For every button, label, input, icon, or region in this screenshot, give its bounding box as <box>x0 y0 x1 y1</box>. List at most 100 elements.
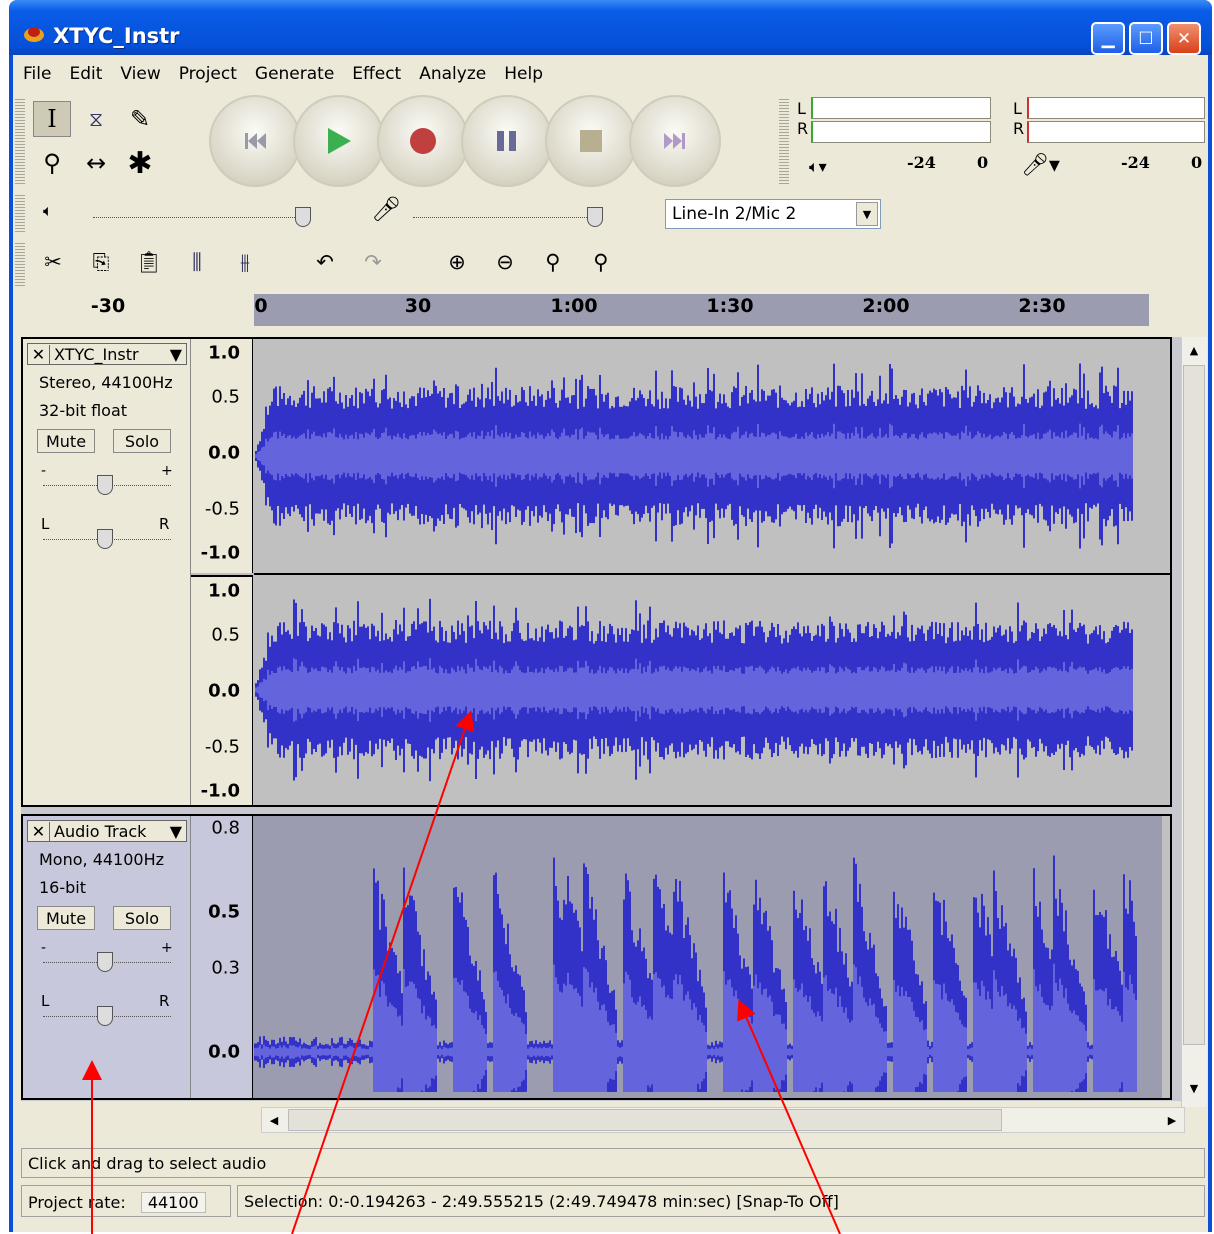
zoom-out-button[interactable]: ⊖ <box>485 243 525 281</box>
scale-label: 0.0 <box>208 442 240 464</box>
paste-button[interactable]: 📋︎ <box>129 243 169 281</box>
microphone-icon[interactable]: 🎤︎▾ <box>1021 153 1060 178</box>
fit-selection-button[interactable]: ⚲ <box>533 243 573 281</box>
pan-thumb[interactable] <box>97 529 113 549</box>
mute-button[interactable]: Mute <box>37 906 95 930</box>
silence-button[interactable]: ⫵ <box>225 243 265 281</box>
window-title: XTYC_Instr <box>53 24 180 48</box>
redo-button[interactable]: ↷ <box>353 243 393 281</box>
menu-file[interactable]: File <box>23 64 51 84</box>
track-name: XTYC_Instr <box>54 344 139 364</box>
menu-generate[interactable]: Generate <box>255 64 334 84</box>
timeshift-tool-button[interactable]: ↔ <box>77 145 115 181</box>
track-name-button[interactable]: ✕ Audio Track ▼ <box>27 820 187 842</box>
scroll-left-icon[interactable]: ◀ <box>264 1110 284 1130</box>
amplitude-ruler-left: 1.0 0.5 0.0 -0.5 -1.0 <box>191 339 253 573</box>
copy-button[interactable]: ⎘ <box>81 243 121 281</box>
zoom-out-icon: ⊖ <box>496 250 514 274</box>
playback-meter-l-label: L <box>797 99 806 118</box>
input-source-select[interactable]: Line-In 2/Mic 2 ▼ <box>665 199 881 229</box>
track-name-button[interactable]: ✕ XTYC_Instr ▼ <box>27 343 187 365</box>
scroll-right-icon[interactable]: ▶ <box>1162 1110 1182 1130</box>
scale-label: 0.5 <box>208 901 240 923</box>
speaker-icon[interactable]: 🔈︎▾ <box>809 157 827 177</box>
trim-button[interactable]: ⫼ <box>177 243 217 281</box>
minimize-button[interactable]: ▁ <box>1091 22 1125 55</box>
scroll-down-icon[interactable]: ▼ <box>1184 1077 1204 1099</box>
chevron-down-icon[interactable]: ▼ <box>856 202 878 226</box>
pan-thumb[interactable] <box>97 1006 113 1026</box>
selection-tool-button[interactable]: I <box>33 101 71 137</box>
mute-button[interactable]: Mute <box>37 429 95 453</box>
cut-button[interactable]: ✂ <box>33 243 73 281</box>
fit-project-button[interactable]: ⚲ <box>581 243 621 281</box>
mixer-grip[interactable] <box>15 193 25 233</box>
close-icon[interactable]: ✕ <box>28 344 50 364</box>
gain-thumb[interactable] <box>97 475 113 495</box>
amplitude-ruler: 0.8 0.5 0.3 0.0 <box>191 816 253 1098</box>
gain-thumb[interactable] <box>97 952 113 972</box>
pause-button[interactable] <box>461 95 553 187</box>
undo-icon: ↶ <box>316 250 334 274</box>
undo-button[interactable]: ↶ <box>305 243 345 281</box>
stop-button[interactable] <box>545 95 637 187</box>
stop-icon <box>580 130 602 152</box>
input-volume-slider[interactable] <box>413 217 603 219</box>
application-window: XTYC_Instr ▁ ☐ ✕ File Edit View Project … <box>9 0 1212 1232</box>
vertical-scroll-thumb[interactable] <box>1183 365 1205 1045</box>
solo-button[interactable]: Solo <box>113 429 171 453</box>
menu-edit[interactable]: Edit <box>69 64 102 84</box>
status-message: Click and drag to select audio <box>28 1154 267 1173</box>
horizontal-scroll-thumb[interactable] <box>288 1109 1002 1131</box>
playback-meter-r-label: R <box>797 119 809 138</box>
multi-tool-button[interactable]: ✱ <box>121 145 159 181</box>
edit-grip[interactable] <box>15 241 25 287</box>
ruler-tick-label: 1:30 <box>706 295 754 317</box>
scale-label: -1.0 <box>200 542 240 564</box>
menu-analyze[interactable]: Analyze <box>419 64 486 84</box>
vertical-scrollbar[interactable]: ▲ ▼ <box>1181 337 1207 1107</box>
zoom-in-icon: ⊕ <box>448 250 466 274</box>
track-bitdepth: 16-bit <box>39 878 87 897</box>
timeline-ruler[interactable]: -30 0 30 1:00 1:30 2:00 2:30 <box>21 293 1197 335</box>
menu-project[interactable]: Project <box>179 64 237 84</box>
title-bar[interactable]: XTYC_Instr ▁ ☐ ✕ <box>9 0 1212 55</box>
solo-button[interactable]: Solo <box>113 906 171 930</box>
selection-info-panel: Selection: 0:-0.194263 - 2:49.555215 (2:… <box>237 1185 1205 1217</box>
skip-end-button[interactable] <box>629 95 721 187</box>
scroll-up-icon[interactable]: ▲ <box>1184 339 1204 361</box>
input-volume-thumb[interactable] <box>587 207 603 227</box>
maximize-button[interactable]: ☐ <box>1129 22 1163 55</box>
envelope-tool-button[interactable]: ⧖ <box>77 101 115 137</box>
redo-icon: ↷ <box>364 250 382 274</box>
output-volume-slider[interactable] <box>93 217 303 219</box>
zoom-in-button[interactable]: ⊕ <box>437 243 477 281</box>
scale-label: 0.5 <box>211 624 240 646</box>
close-button[interactable]: ✕ <box>1167 22 1201 55</box>
waveform-left-channel[interactable] <box>254 339 1170 573</box>
track-control-panel[interactable]: ✕ Audio Track ▼ Mono, 44100Hz 16-bit Mut… <box>23 816 191 1098</box>
output-volume-thumb[interactable] <box>295 207 311 227</box>
magnifier-icon: ⚲ <box>43 149 61 177</box>
menu-help[interactable]: Help <box>504 64 543 84</box>
record-meter-mid-label: -24 <box>1121 153 1150 172</box>
skip-start-button[interactable] <box>209 95 301 187</box>
meter-grip[interactable] <box>779 97 789 185</box>
close-icon[interactable]: ✕ <box>28 821 50 841</box>
track-control-panel[interactable]: ✕ XTYC_Instr ▼ Stereo, 44100Hz 32-bit fl… <box>23 339 191 805</box>
waveform-mono[interactable] <box>254 816 1170 1098</box>
playback-meter-left <box>811 97 991 119</box>
horizontal-scrollbar[interactable]: ◀ ▶ <box>261 1107 1185 1133</box>
menu-view[interactable]: View <box>120 64 160 84</box>
record-button[interactable] <box>377 95 469 187</box>
ruler-tick-label: -30 <box>90 295 126 317</box>
project-rate-field[interactable]: 44100 <box>140 1192 206 1213</box>
skip-end-icon <box>664 133 685 149</box>
play-button[interactable] <box>293 95 385 187</box>
draw-tool-button[interactable]: ✎ <box>121 101 159 137</box>
toolbar-grip[interactable] <box>15 97 25 185</box>
zoom-tool-button[interactable]: ⚲ <box>33 145 71 181</box>
transport-toolbar <box>181 95 773 187</box>
menu-effect[interactable]: Effect <box>352 64 401 84</box>
waveform-right-channel[interactable] <box>254 575 1170 805</box>
